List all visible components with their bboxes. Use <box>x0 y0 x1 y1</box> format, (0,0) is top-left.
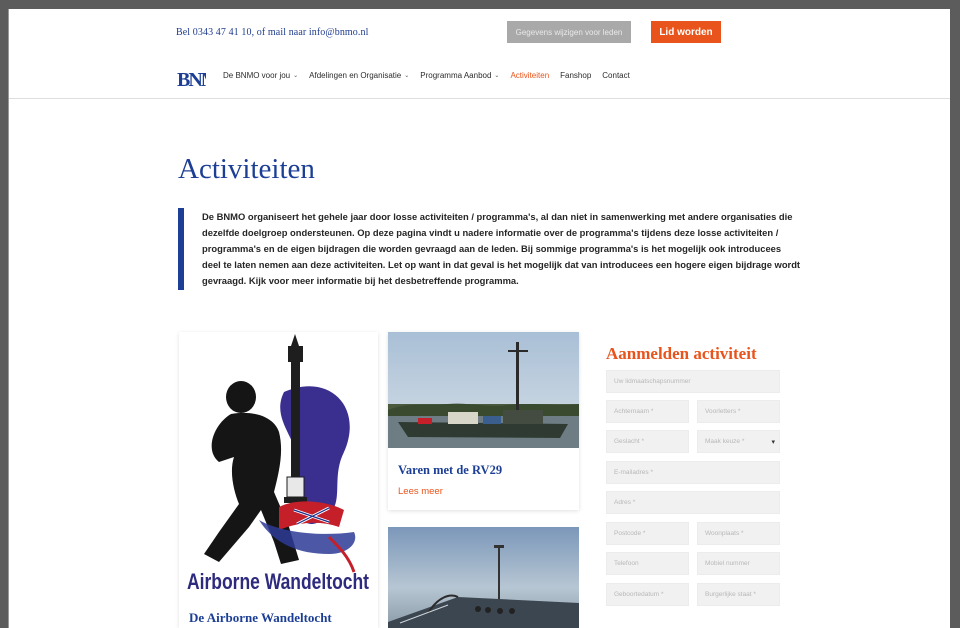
form-title: Aanmelden activiteit <box>606 344 757 363</box>
chevron-down-icon: ⌄ <box>494 73 500 79</box>
bnmo-logo[interactable]: BNMO <box>176 62 235 92</box>
nav-item-label: Activiteiten <box>510 71 550 80</box>
nav-item-label: Programma Aanbod <box>420 71 492 80</box>
activity-card-rv29[interactable]: Varen met de RV29 Lees meer <box>388 332 579 510</box>
read-more-link[interactable]: Lees meer <box>398 486 443 497</box>
postal-code-field[interactable]: Postcode * <box>606 522 689 545</box>
pier-image <box>388 527 579 628</box>
gender-input[interactable]: Geslacht * <box>606 430 689 453</box>
airborne-logo-text: Airborne Wandeltocht <box>187 569 370 594</box>
chevron-down-icon: ⌄ <box>293 73 299 79</box>
city-field[interactable]: Woonplaats * <box>697 522 780 545</box>
email-field[interactable]: E-mailadres * <box>606 461 780 484</box>
browser-page: Bel 0343 47 41 10, of mail naar info@bnm… <box>8 9 950 628</box>
nav-item-label: Fanshop <box>560 71 592 80</box>
mobile-field[interactable]: Mobiel nummer <box>697 552 780 575</box>
chevron-down-icon: ▾ <box>771 438 775 446</box>
update-details-button[interactable]: Gegevens wijzigen voor leden <box>507 21 631 43</box>
nav-divider <box>9 98 950 99</box>
nav-item-activiteiten[interactable]: Activiteiten <box>510 71 549 80</box>
choice-select[interactable]: Maak keuze * ▾ <box>697 430 780 453</box>
activity-title-rv29[interactable]: Varen met de RV29 <box>398 463 502 478</box>
nav-item-programma-aanbod[interactable]: Programma Aanbod ⌄ <box>420 71 499 80</box>
nav-item-afdelingen[interactable]: Afdelingen en Organisatie ⌄ <box>309 71 409 80</box>
svg-text:BNMO: BNMO <box>177 69 206 91</box>
address-field[interactable]: Adres * <box>606 491 780 514</box>
initials-input[interactable]: Voorletters * <box>697 400 780 423</box>
marital-status-field[interactable]: Burgerlijke staat * <box>697 583 780 606</box>
birthdate-field[interactable]: Geboortedatum * <box>606 583 689 606</box>
become-member-button[interactable]: Lid worden <box>651 21 721 43</box>
nav-item-de-bnmo[interactable]: De BNMO voor jou ⌄ <box>223 71 298 80</box>
rv29-boat-image[interactable] <box>388 332 579 448</box>
nav-item-label: De BNMO voor jou <box>223 71 291 80</box>
intro-accent-bar <box>178 208 184 290</box>
intro-text: De BNMO organiseert het gehele jaar door… <box>202 211 801 286</box>
nav-item-label: Contact <box>602 71 630 80</box>
choice-select-value: Maak keuze * <box>705 438 745 445</box>
member-number-input[interactable]: Uw lidmaatschapsnummer <box>606 370 780 393</box>
contact-info[interactable]: Bel 0343 47 41 10, of mail naar info@bnm… <box>176 27 368 38</box>
phone-field[interactable]: Telefoon <box>606 552 689 575</box>
nav-item-contact[interactable]: Contact <box>602 71 630 80</box>
nav-item-fanshop[interactable]: Fanshop <box>560 71 591 80</box>
chevron-down-icon: ⌄ <box>404 73 410 79</box>
airborne-wandeltocht-image[interactable]: Airborne Wandeltocht <box>179 332 378 597</box>
topbar: Bel 0343 47 41 10, of mail naar info@bnm… <box>9 9 950 55</box>
activity-card-airborne[interactable]: Airborne Wandeltocht De Airborne Wandelt… <box>179 332 378 628</box>
nav-item-label: Afdelingen en Organisatie <box>309 71 402 80</box>
activity-title-airborne[interactable]: De Airborne Wandeltocht <box>189 610 332 626</box>
activity-card-pier[interactable] <box>388 527 579 628</box>
last-name-input[interactable]: Achternaam * <box>606 400 689 423</box>
main-nav: De BNMO voor jou ⌄ Afdelingen en Organis… <box>223 71 630 80</box>
page-title: Activiteiten <box>178 153 315 185</box>
